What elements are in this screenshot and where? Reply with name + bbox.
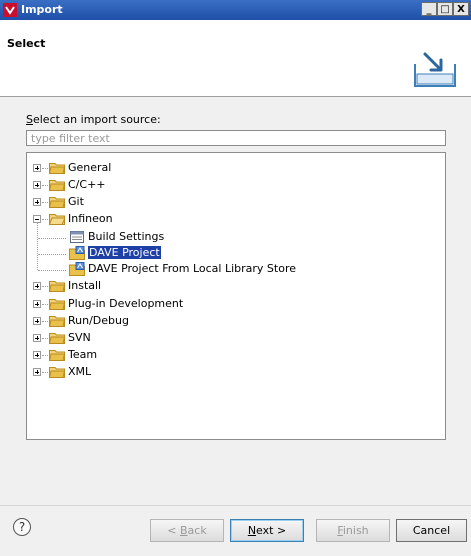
folder-icon (49, 333, 65, 344)
import-source-label-text: elect an import source: (32, 113, 161, 126)
cancel-button[interactable]: Cancel (396, 519, 467, 542)
filter-input[interactable] (26, 130, 446, 146)
tree-item-label: Infineon (68, 212, 113, 225)
folder-icon (49, 350, 65, 361)
tree-item-label: DAVE Project From Local Library Store (88, 262, 296, 275)
tree-item-git[interactable]: Git (27, 194, 445, 210)
tree-item-xml[interactable]: XML (27, 364, 445, 380)
expand-icon[interactable] (33, 368, 41, 376)
tree-item-build-settings[interactable]: Build Settings (27, 229, 445, 245)
tree-item-svn[interactable]: SVN (27, 330, 445, 346)
next-button[interactable]: Next > (230, 519, 304, 542)
expand-icon[interactable] (33, 181, 41, 189)
next-button-accel: N (247, 524, 257, 537)
help-icon[interactable]: ? (13, 518, 31, 536)
tree-item-dave-project[interactable]: DAVE Project (27, 245, 445, 261)
tree-item-label: Run/Debug (68, 314, 129, 327)
title-bar: Import _ □ X (0, 0, 471, 20)
tree-item-install[interactable]: Install (27, 278, 445, 294)
tree-item-run-debug[interactable]: Run/Debug (27, 313, 445, 329)
tree-item-label: General (68, 161, 112, 174)
tree-item-label: Git (68, 195, 84, 208)
app-icon (3, 3, 17, 17)
back-button-label: ack (187, 524, 207, 537)
tree-item-label: Team (68, 348, 98, 361)
close-button[interactable]: X (453, 2, 469, 16)
back-button-prefix: < (167, 524, 180, 537)
minimize-button[interactable]: _ (421, 2, 437, 16)
folder-icon (49, 163, 65, 174)
open-folder-icon (49, 214, 65, 225)
expand-icon[interactable] (33, 351, 41, 359)
tree-item-infineon[interactable]: Infineon (27, 211, 445, 227)
tree-item-label: SVN (68, 331, 91, 344)
folder-icon (49, 367, 65, 378)
dave-project-icon (69, 262, 85, 276)
import-source-tree[interactable]: General C/C++ Git Infineon Build Setting… (26, 152, 446, 440)
collapse-icon[interactable] (33, 215, 41, 223)
back-button[interactable]: < Back (150, 519, 224, 542)
dave-project-icon (69, 246, 85, 260)
tree-item-label: C/C++ (68, 178, 106, 191)
footer-separator (0, 505, 471, 506)
page-title: Select (7, 37, 46, 50)
tree-item-team[interactable]: Team (27, 347, 445, 363)
import-source-label-accel: S (26, 113, 33, 126)
expand-icon[interactable] (33, 164, 41, 172)
maximize-button[interactable]: □ (437, 2, 453, 16)
wizard-header: Select (0, 20, 471, 97)
folder-icon (49, 281, 65, 292)
tree-item-label: Plug-in Development (68, 297, 184, 310)
finish-button-label: inish (342, 524, 369, 537)
expand-icon[interactable] (33, 198, 41, 206)
tree-item-dave-local-library[interactable]: DAVE Project From Local Library Store (27, 261, 445, 277)
build-settings-icon (70, 231, 84, 243)
folder-icon (49, 316, 65, 327)
finish-button[interactable]: Finish (316, 519, 390, 542)
import-banner-icon (414, 52, 456, 87)
folder-icon (49, 197, 65, 208)
window-title: Import (21, 3, 63, 16)
tree-item-cpp[interactable]: C/C++ (27, 177, 445, 193)
tree-item-plugin-development[interactable]: Plug-in Development (27, 296, 445, 312)
expand-icon[interactable] (33, 282, 41, 290)
import-source-label: Select an import source: (26, 113, 161, 126)
back-button-accel: B (180, 524, 188, 537)
tree-item-label: XML (68, 365, 92, 378)
tree-item-general[interactable]: General (27, 160, 445, 176)
tree-item-label: DAVE Project (88, 246, 161, 259)
folder-icon (49, 299, 65, 310)
tree-item-label: Build Settings (88, 230, 165, 243)
tree-item-label: Install (68, 279, 102, 292)
folder-icon (49, 180, 65, 191)
expand-icon[interactable] (33, 317, 41, 325)
expand-icon[interactable] (33, 334, 41, 342)
next-button-label: ext > (256, 524, 287, 537)
expand-icon[interactable] (33, 300, 41, 308)
